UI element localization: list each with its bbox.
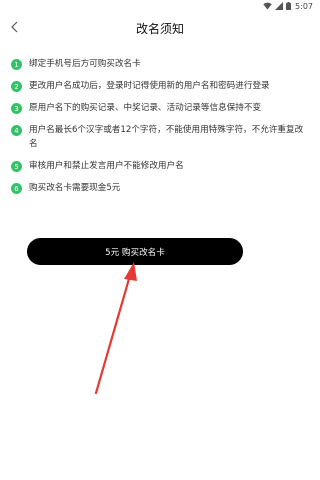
- rule-number-badge: 6: [11, 183, 22, 194]
- status-icons: [263, 2, 292, 10]
- nav-bar: 改名须知: [0, 12, 320, 42]
- signal-icon: [275, 2, 284, 10]
- battery-icon: [286, 2, 292, 10]
- page-title: 改名须知: [135, 22, 184, 36]
- rule-item: 2 更改用户名成功后，登录时记得使用新的用户名和密码进行登录: [11, 79, 310, 93]
- rule-text: 更改用户名成功后，登录时记得使用新的用户名和密码进行登录: [29, 81, 270, 91]
- rule-item: 4 用户名最长6个汉字或者12个字符，不能使用用特殊字符，不允许重复改名: [11, 123, 310, 151]
- rule-text: 审核用户和禁止发言用户不能修改用户名: [29, 161, 184, 171]
- rules-list: 1 绑定手机号后方可购买改名卡 2 更改用户名成功后，登录时记得使用新的用户名和…: [11, 57, 310, 203]
- wifi-icon: [263, 2, 272, 10]
- rule-text: 用户名最长6个汉字或者12个字符，不能使用用特殊字符，不允许重复改名: [29, 125, 304, 149]
- rule-text: 购买改名卡需要现金5元: [29, 183, 121, 193]
- status-bar: 5:07: [0, 0, 320, 12]
- rule-item: 3 原用户名下的购买记录、中奖记录、活动记录等信息保持不变: [11, 101, 310, 115]
- rule-number-badge: 1: [11, 59, 22, 70]
- rule-number-badge: 2: [11, 81, 22, 92]
- rule-item: 5 审核用户和禁止发言用户不能修改用户名: [11, 159, 310, 173]
- status-time: 5:07: [295, 1, 313, 11]
- rule-item: 6 购买改名卡需要现金5元: [11, 181, 310, 195]
- buy-rename-card-button[interactable]: 5元 购买改名卡: [27, 238, 243, 265]
- rule-item: 1 绑定手机号后方可购买改名卡: [11, 57, 310, 71]
- rule-number-badge: 4: [11, 125, 22, 136]
- rule-number-badge: 3: [11, 103, 22, 114]
- rule-text: 原用户名下的购买记录、中奖记录、活动记录等信息保持不变: [29, 103, 262, 113]
- rule-number-badge: 5: [11, 161, 22, 172]
- rule-text: 绑定手机号后方可购买改名卡: [29, 59, 141, 69]
